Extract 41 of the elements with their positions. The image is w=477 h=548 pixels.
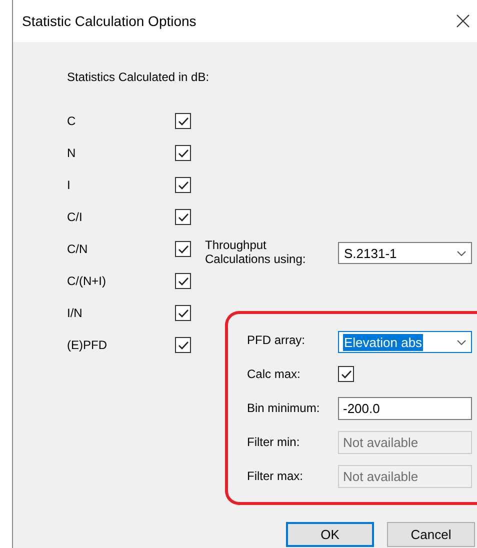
checkmark-icon: [178, 340, 188, 350]
checkmark-icon: [178, 308, 188, 318]
caret-icon: [457, 340, 466, 344]
option-label: N: [67, 146, 77, 160]
checkbox[interactable]: [175, 177, 191, 193]
checkmark-icon: [178, 276, 188, 286]
window-title: Statistic Calculation Options: [22, 13, 196, 29]
checkmark-icon: [178, 244, 188, 254]
checkbox[interactable]: [175, 241, 191, 257]
dropdown[interactable]: S.2131-1: [338, 242, 472, 264]
checkbox[interactable]: [175, 337, 191, 353]
close-icon[interactable]: [456, 14, 470, 28]
checkmark-icon: [178, 180, 188, 190]
field-label: Throughput Calculations using:: [205, 238, 307, 266]
dropdown[interactable]: Elevation abs: [338, 331, 472, 353]
checkbox[interactable]: [175, 113, 191, 129]
option-label: C/N: [67, 242, 89, 256]
option-label: I: [67, 178, 72, 192]
option-label: (E)PFD: [67, 338, 108, 352]
dialog-button[interactable]: Cancel: [387, 522, 475, 547]
field-label: Calc max:: [247, 367, 302, 381]
checkmark-icon: [340, 370, 352, 378]
checkmark-icon: [178, 116, 188, 126]
field-label: Filter min:: [247, 435, 301, 449]
caret-icon: [457, 250, 466, 256]
option-label: C/I: [67, 210, 84, 224]
field-label: PFD array:: [247, 333, 306, 347]
option-label: C: [67, 114, 77, 128]
checkbox[interactable]: [338, 366, 354, 382]
field-label: Bin minimum:: [247, 401, 321, 415]
checkmark-icon: [178, 212, 188, 222]
input-field[interactable]: -200.0: [338, 396, 472, 420]
option-label: I/N: [67, 306, 84, 320]
option-label: C/(N+I): [67, 274, 107, 288]
checkbox[interactable]: [175, 145, 191, 161]
checkbox[interactable]: [175, 305, 191, 321]
field-label: Filter max:: [247, 469, 304, 483]
checkbox[interactable]: [175, 209, 191, 225]
checkbox[interactable]: [175, 273, 191, 289]
checkmark-icon: [178, 148, 188, 158]
dialog-button[interactable]: OK: [286, 522, 374, 547]
